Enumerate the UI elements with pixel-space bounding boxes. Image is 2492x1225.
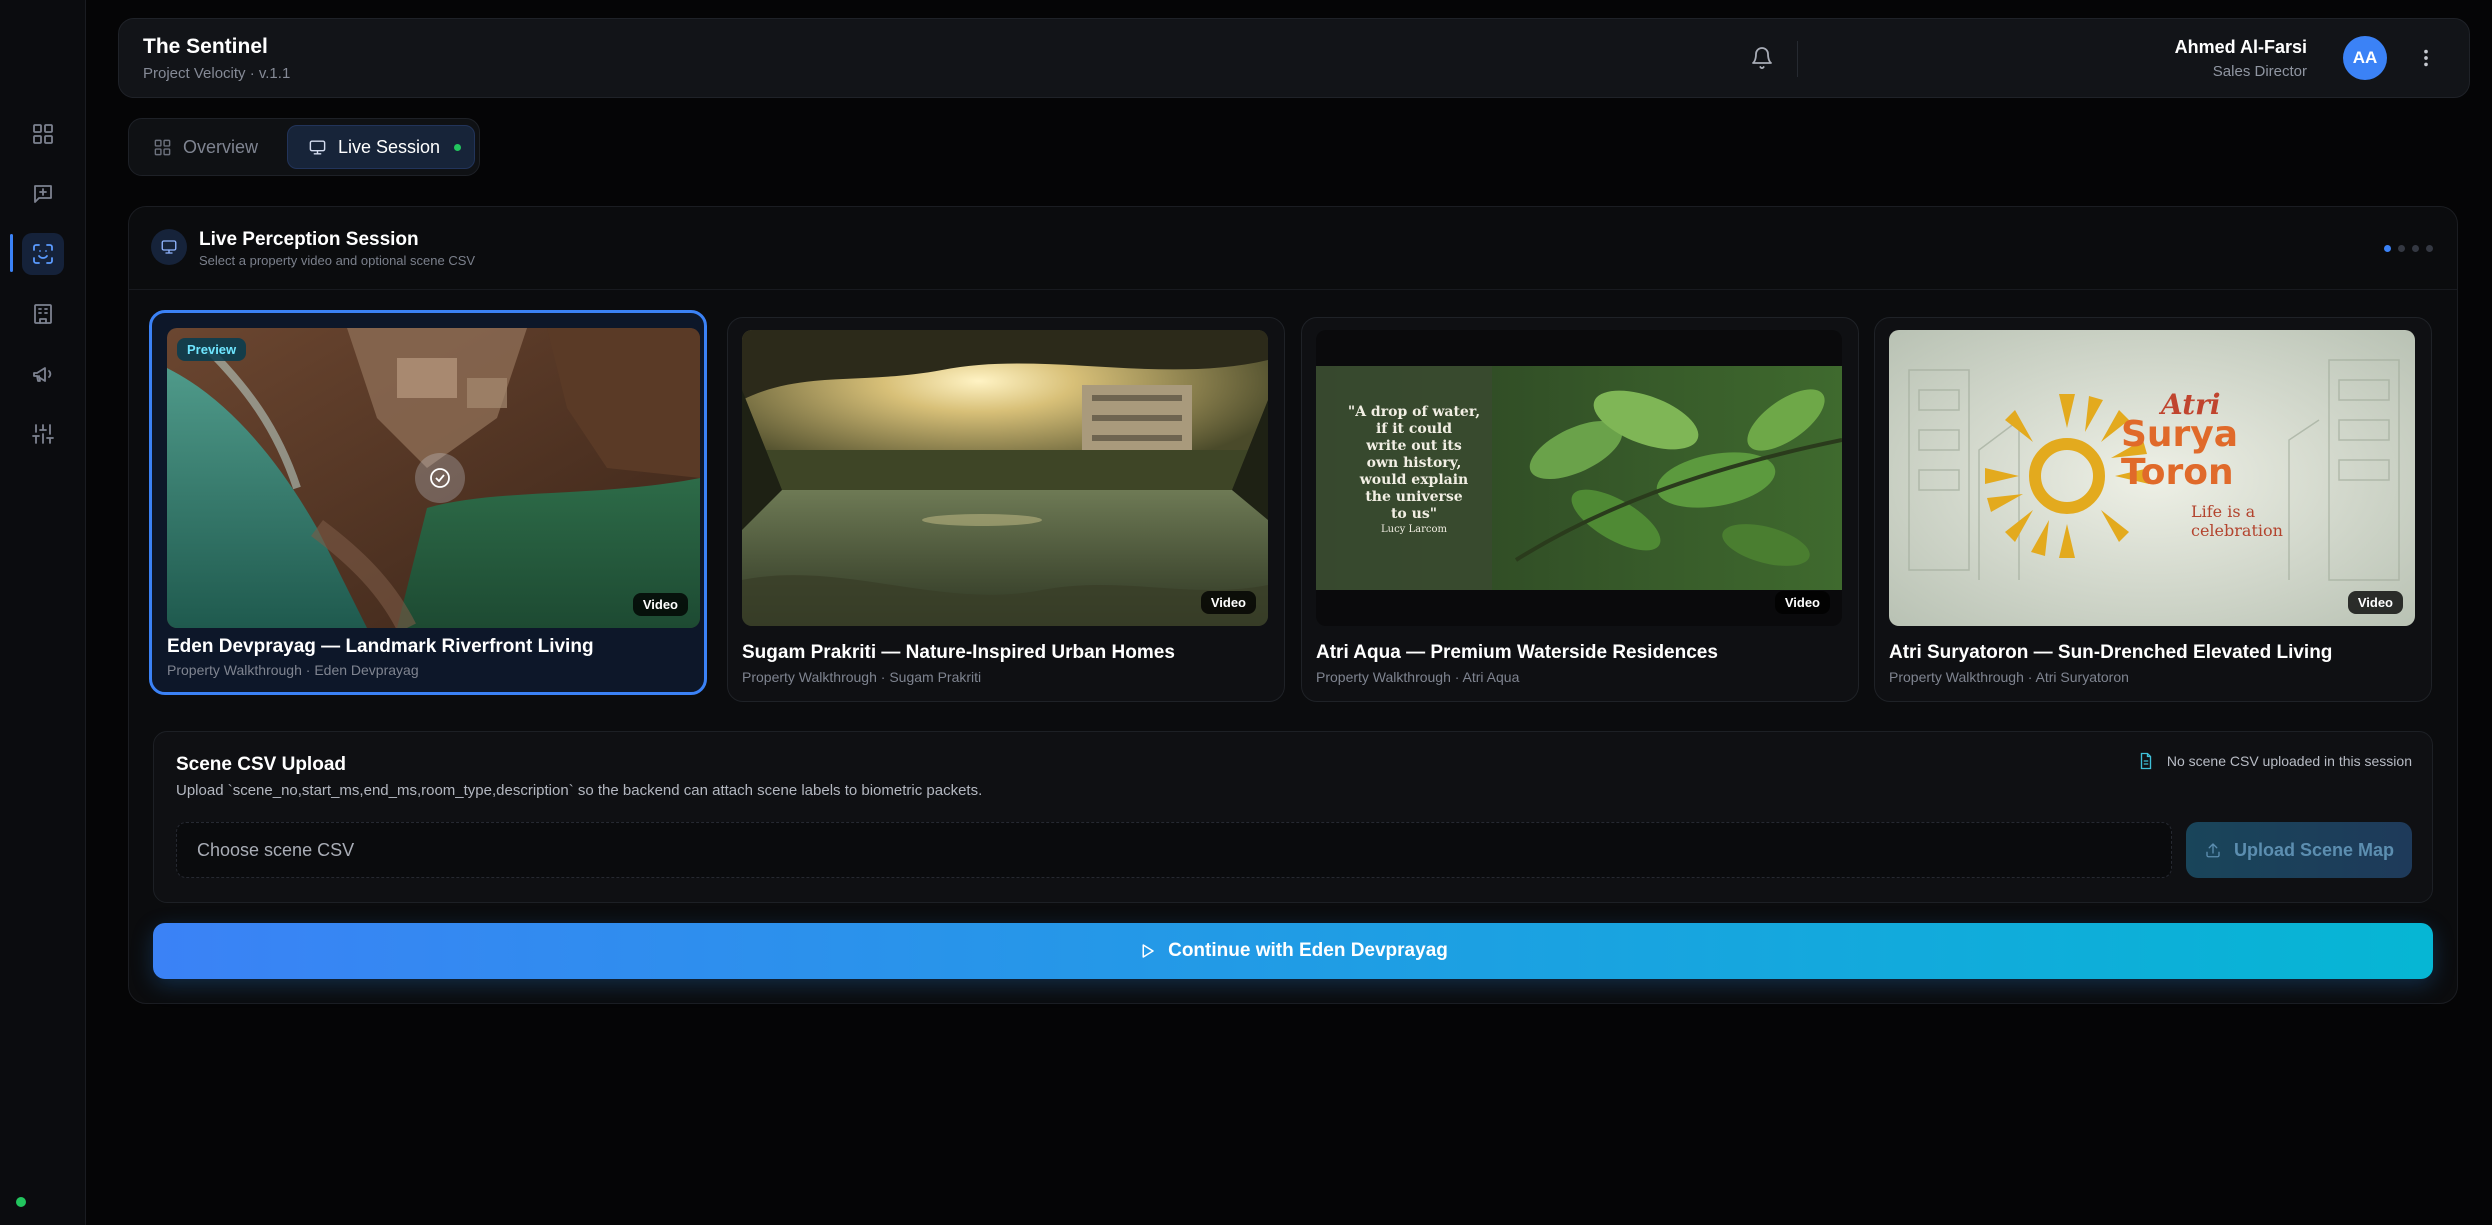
csv-input-placeholder: Choose scene CSV bbox=[197, 839, 355, 860]
selected-check bbox=[415, 453, 465, 503]
quote-line: would explain bbox=[1359, 472, 1469, 488]
csv-description: Upload `scene_no,start_ms,end_ms,room_ty… bbox=[176, 782, 983, 799]
monitor-icon bbox=[309, 139, 326, 155]
quote-line: the universe bbox=[1365, 489, 1463, 505]
session-icon-badge bbox=[151, 229, 187, 265]
continue-button[interactable]: Continue with Eden Devprayag bbox=[153, 923, 2433, 979]
app-subtitle: Project Velocity · v.1.1 bbox=[143, 65, 291, 82]
lake-sunset-image bbox=[742, 330, 1268, 626]
check-circle-icon bbox=[430, 468, 450, 488]
card-title: Atri Aqua — Premium Waterside Residences bbox=[1316, 642, 1718, 663]
video-thumbnail[interactable]: Video bbox=[742, 330, 1268, 626]
tab-live-session[interactable]: Live Session bbox=[287, 125, 475, 169]
video-thumbnail[interactable]: Atri Surya Toron Life is a celebration V… bbox=[1889, 330, 2415, 626]
scene-csv-upload-section: Scene CSV Upload Upload `scene_no,start_… bbox=[153, 731, 2433, 903]
quote-author: Lucy Larcom bbox=[1381, 524, 1447, 535]
megaphone-icon bbox=[33, 367, 52, 382]
play-icon bbox=[1142, 944, 1154, 958]
live-session-panel: Live Perception Session Select a propert… bbox=[128, 206, 2458, 1004]
app-title: The Sentinel bbox=[143, 35, 268, 58]
message-plus-icon bbox=[34, 185, 52, 203]
tab-live-session-label: Live Session bbox=[338, 136, 441, 157]
sidebar bbox=[0, 0, 86, 1225]
more-menu-button[interactable] bbox=[2409, 41, 2443, 75]
pager-dot-3[interactable] bbox=[2412, 245, 2419, 252]
file-sheet-icon bbox=[2140, 752, 2152, 770]
video-badge: Video bbox=[1200, 591, 1256, 614]
panel-subtitle: Select a property video and optional sce… bbox=[199, 253, 476, 268]
active-indicator bbox=[10, 234, 13, 272]
quote-line: if it could bbox=[1375, 421, 1453, 437]
card-subtitle: Property Walkthrough · Sugam Prakriti bbox=[742, 669, 982, 685]
card-title: Atri Suryatoron — Sun-Drenched Elevated … bbox=[1889, 642, 2333, 663]
continue-button-label: Continue with Eden Devprayag bbox=[1168, 940, 1448, 961]
sidebar-item-campaigns[interactable] bbox=[22, 353, 64, 395]
logo-name-line: Toron bbox=[2121, 452, 2234, 493]
view-tabs: Overview Live Session bbox=[128, 118, 480, 176]
csv-status-text: No scene CSV uploaded in this session bbox=[2166, 753, 2412, 769]
sidebar-item-dashboard[interactable] bbox=[22, 113, 64, 155]
property-card-eden-devprayag[interactable]: Preview Video Eden Devprayag — Landmark … bbox=[149, 310, 707, 695]
sliders-icon bbox=[32, 424, 54, 444]
scene-csv-file-input[interactable]: Choose scene CSV bbox=[176, 822, 2172, 878]
user-role: Sales Director bbox=[2212, 63, 2307, 80]
video-badge: Video bbox=[2347, 591, 2403, 614]
video-thumbnail[interactable]: "A drop of water, if it could write out … bbox=[1316, 330, 1842, 626]
pager-dot-2[interactable] bbox=[2398, 245, 2405, 252]
property-card-atri-suryatoron[interactable]: Atri Surya Toron Life is a celebration V… bbox=[1874, 317, 2432, 702]
logo-name: Surya Toron bbox=[2121, 416, 2238, 492]
card-title: Sugam Prakriti — Nature-Inspired Urban H… bbox=[742, 642, 1175, 663]
upload-button-label: Upload Scene Map bbox=[2233, 839, 2395, 860]
sidebar-item-properties[interactable] bbox=[22, 293, 64, 335]
pager-dot-4[interactable] bbox=[2426, 245, 2433, 252]
connection-status-dot bbox=[16, 1197, 26, 1207]
sidebar-item-settings[interactable] bbox=[22, 413, 64, 455]
monitor-icon bbox=[161, 240, 177, 254]
card-title: Eden Devprayag — Landmark Riverfront Liv… bbox=[167, 636, 594, 657]
csv-title: Scene CSV Upload bbox=[176, 754, 346, 775]
carousel-pager bbox=[2384, 245, 2433, 252]
upload-scene-map-button[interactable]: Upload Scene Map bbox=[2186, 822, 2412, 878]
live-indicator-dot bbox=[454, 143, 462, 151]
preview-badge: Preview bbox=[177, 338, 247, 361]
csv-status: No scene CSV uploaded in this session bbox=[2137, 752, 2412, 770]
top-header: The Sentinel Project Velocity · v.1.1 Ah… bbox=[118, 18, 2470, 98]
building-icon bbox=[34, 304, 52, 324]
property-card-atri-aqua[interactable]: "A drop of water, if it could write out … bbox=[1301, 317, 1859, 702]
video-badge: Video bbox=[1774, 591, 1830, 614]
sidebar-item-messages[interactable] bbox=[22, 173, 64, 215]
quote-text: "A drop of water, if it could write out … bbox=[1344, 404, 1484, 537]
avatar[interactable]: AA bbox=[2343, 36, 2387, 80]
card-subtitle: Property Walkthrough · Eden Devprayag bbox=[167, 662, 419, 678]
video-badge: Video bbox=[632, 593, 688, 616]
video-thumbnail[interactable]: Preview Video bbox=[167, 328, 700, 628]
panel-title: Live Perception Session bbox=[199, 229, 419, 250]
logo-tagline-line: Life is a bbox=[2191, 502, 2256, 521]
tab-overview-label: Overview bbox=[183, 136, 259, 157]
more-vertical-icon bbox=[2424, 49, 2428, 67]
user-name: Ahmed Al-Farsi bbox=[2174, 37, 2307, 57]
quote-line: "A drop of water, bbox=[1347, 404, 1481, 420]
tab-overview[interactable]: Overview bbox=[153, 125, 258, 169]
notifications-button[interactable] bbox=[1745, 41, 1779, 75]
panel-divider bbox=[129, 289, 2457, 290]
bell-icon bbox=[1752, 47, 1772, 69]
dashboard-grid-icon bbox=[33, 124, 53, 144]
logo-tagline-line: celebration bbox=[2191, 521, 2283, 540]
card-subtitle: Property Walkthrough · Atri Aqua bbox=[1316, 669, 1520, 685]
logo-name-line: Surya bbox=[2121, 414, 2239, 455]
grid-icon bbox=[154, 139, 171, 155]
property-card-sugam-prakriti[interactable]: Video Sugam Prakriti — Nature-Inspired U… bbox=[727, 317, 1285, 702]
quote-line: to us" bbox=[1390, 506, 1438, 522]
card-subtitle: Property Walkthrough · Atri Suryatoron bbox=[1889, 669, 2129, 685]
scan-face-icon bbox=[33, 244, 53, 264]
pager-dot-1[interactable] bbox=[2384, 245, 2391, 252]
quote-line: own history, bbox=[1366, 455, 1462, 471]
sidebar-item-live-session[interactable] bbox=[22, 233, 64, 275]
upload-icon bbox=[2206, 843, 2220, 858]
logo-tagline: Life is a celebration bbox=[2191, 502, 2283, 540]
quote-line: write out its bbox=[1366, 438, 1462, 454]
header-divider bbox=[1797, 41, 1798, 77]
